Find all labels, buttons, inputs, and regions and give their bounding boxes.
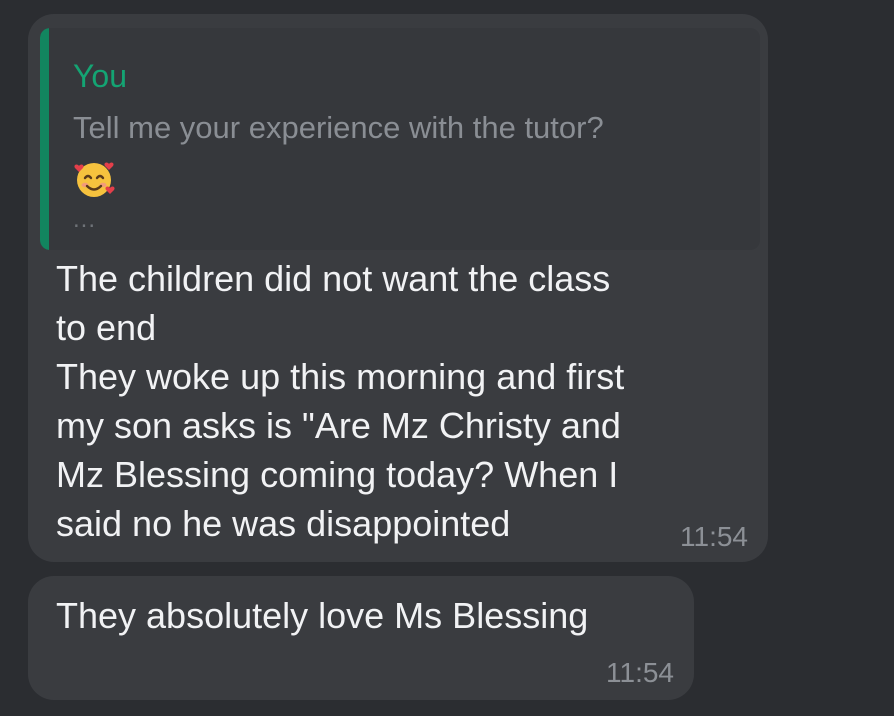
- message-line: The children did not want the class: [56, 258, 611, 299]
- quote-accent-bar: [40, 28, 49, 250]
- message-line: They woke up this morning and first: [56, 356, 625, 397]
- quote-truncation: ...: [73, 206, 97, 233]
- message-line: my son asks is "Are Mz Christy and: [56, 405, 621, 446]
- message-text: They absolutely love Ms Blessing: [56, 595, 589, 636]
- message-timestamp: 11:54: [680, 521, 748, 552]
- message-bubble[interactable]: You Tell me your experience with the tut…: [28, 14, 768, 562]
- quote-author: You: [73, 58, 127, 94]
- message-timestamp: 11:54: [606, 657, 674, 688]
- message-text: The children did not want the class to e…: [56, 254, 736, 548]
- smiling-face-with-hearts-icon: [73, 158, 115, 200]
- message-bubble[interactable]: They absolutely love Ms Blessing 11:54: [28, 576, 694, 700]
- quote-text: Tell me your experience with the tutor?: [73, 110, 604, 145]
- message-line: said no he was disappointed: [56, 503, 511, 544]
- chat-view: You Tell me your experience with the tut…: [0, 0, 894, 716]
- reply-quote[interactable]: You Tell me your experience with the tut…: [40, 28, 760, 250]
- message-line: to end: [56, 307, 157, 348]
- message-line: Mz Blessing coming today? When I: [56, 454, 619, 495]
